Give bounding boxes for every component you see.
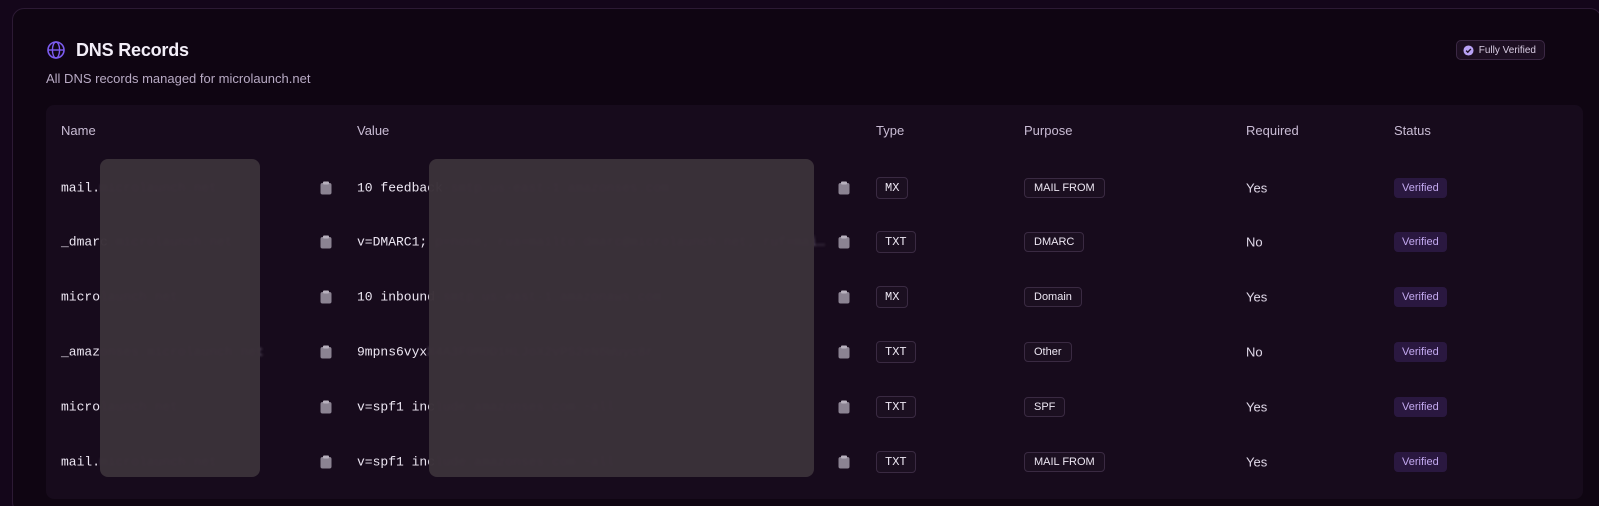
redaction-overlay-name	[100, 159, 260, 477]
status-badge: Verified	[1394, 396, 1447, 417]
column-header-name: Name	[61, 123, 96, 138]
check-circle-icon	[1463, 44, 1474, 56]
card-header: DNS Records	[46, 39, 189, 61]
record-type-chip: MX	[876, 286, 909, 309]
record-required: No	[1246, 234, 1263, 250]
record-required: Yes	[1246, 454, 1268, 469]
clipboard-icon[interactable]	[320, 181, 332, 195]
clipboard-icon[interactable]	[838, 181, 850, 195]
record-purpose-chip: Domain	[1024, 287, 1082, 308]
fully-verified-badge: Fully Verified	[1455, 40, 1545, 60]
table-row: _dmarc.microlaunch.net v=DMARC1; p=none;…	[46, 215, 1583, 270]
clipboard-icon[interactable]	[838, 400, 850, 414]
status-badge: Verified	[1394, 232, 1447, 253]
record-required: Yes	[1246, 180, 1268, 195]
table-row: mail.microlaunch.net v=spf1 include:amaz…	[46, 434, 1583, 489]
redaction-overlay-value	[429, 159, 814, 477]
table-row: microlaunch.net 10 inbound-smtp.us-east-…	[46, 270, 1583, 325]
record-type-chip: MX	[876, 176, 909, 199]
table-row: mail.microlaunch.net 10 feedback-smtp.us…	[46, 160, 1583, 215]
globe-icon	[47, 41, 65, 59]
page-subtitle: All DNS records managed for microlaunch.…	[46, 71, 311, 86]
clipboard-icon[interactable]	[838, 235, 850, 249]
record-required: No	[1246, 344, 1263, 360]
record-purpose-chip: Other	[1024, 341, 1072, 362]
record-type-chip: TXT	[876, 340, 916, 363]
table-row: _amazonses.microlaunch.net 9mpns6vyxX4A3…	[46, 324, 1583, 379]
clipboard-icon[interactable]	[320, 400, 332, 414]
record-required: Yes	[1246, 399, 1268, 415]
record-type-chip: TXT	[876, 231, 916, 254]
column-header-value: Value	[357, 123, 390, 138]
clipboard-icon[interactable]	[320, 345, 332, 359]
table-row: microlaunch.net v=spf1 include:amazonses…	[46, 379, 1583, 434]
record-purpose-chip: SPF	[1024, 396, 1066, 417]
badge-label: Fully Verified	[1478, 44, 1536, 56]
dns-records-table: Name Value Type Purpose Required Status …	[46, 105, 1583, 499]
record-required: Yes	[1246, 289, 1268, 305]
column-header-status: Status	[1394, 123, 1431, 138]
clipboard-icon[interactable]	[838, 455, 850, 469]
record-purpose-chip: DMARC	[1024, 232, 1085, 253]
status-badge: Verified	[1394, 287, 1447, 308]
record-purpose-chip: MAIL FROM	[1024, 451, 1105, 472]
dns-records-card: DNS Records All DNS records managed for …	[12, 8, 1599, 506]
status-badge: Verified	[1394, 341, 1447, 362]
column-header-purpose: Purpose	[1024, 123, 1073, 138]
record-type-chip: TXT	[876, 395, 916, 418]
record-purpose-chip: MAIL FROM	[1024, 177, 1105, 198]
column-header-required: Required	[1246, 123, 1299, 138]
column-header-type: Type	[876, 123, 905, 138]
clipboard-icon[interactable]	[838, 290, 850, 304]
status-badge: Verified	[1394, 177, 1447, 198]
clipboard-icon[interactable]	[320, 235, 332, 249]
record-type-chip: TXT	[876, 450, 916, 473]
clipboard-icon[interactable]	[838, 345, 850, 359]
clipboard-icon[interactable]	[320, 290, 332, 304]
page-title: DNS Records	[76, 39, 189, 60]
clipboard-icon[interactable]	[320, 455, 332, 469]
status-badge: Verified	[1394, 451, 1447, 472]
